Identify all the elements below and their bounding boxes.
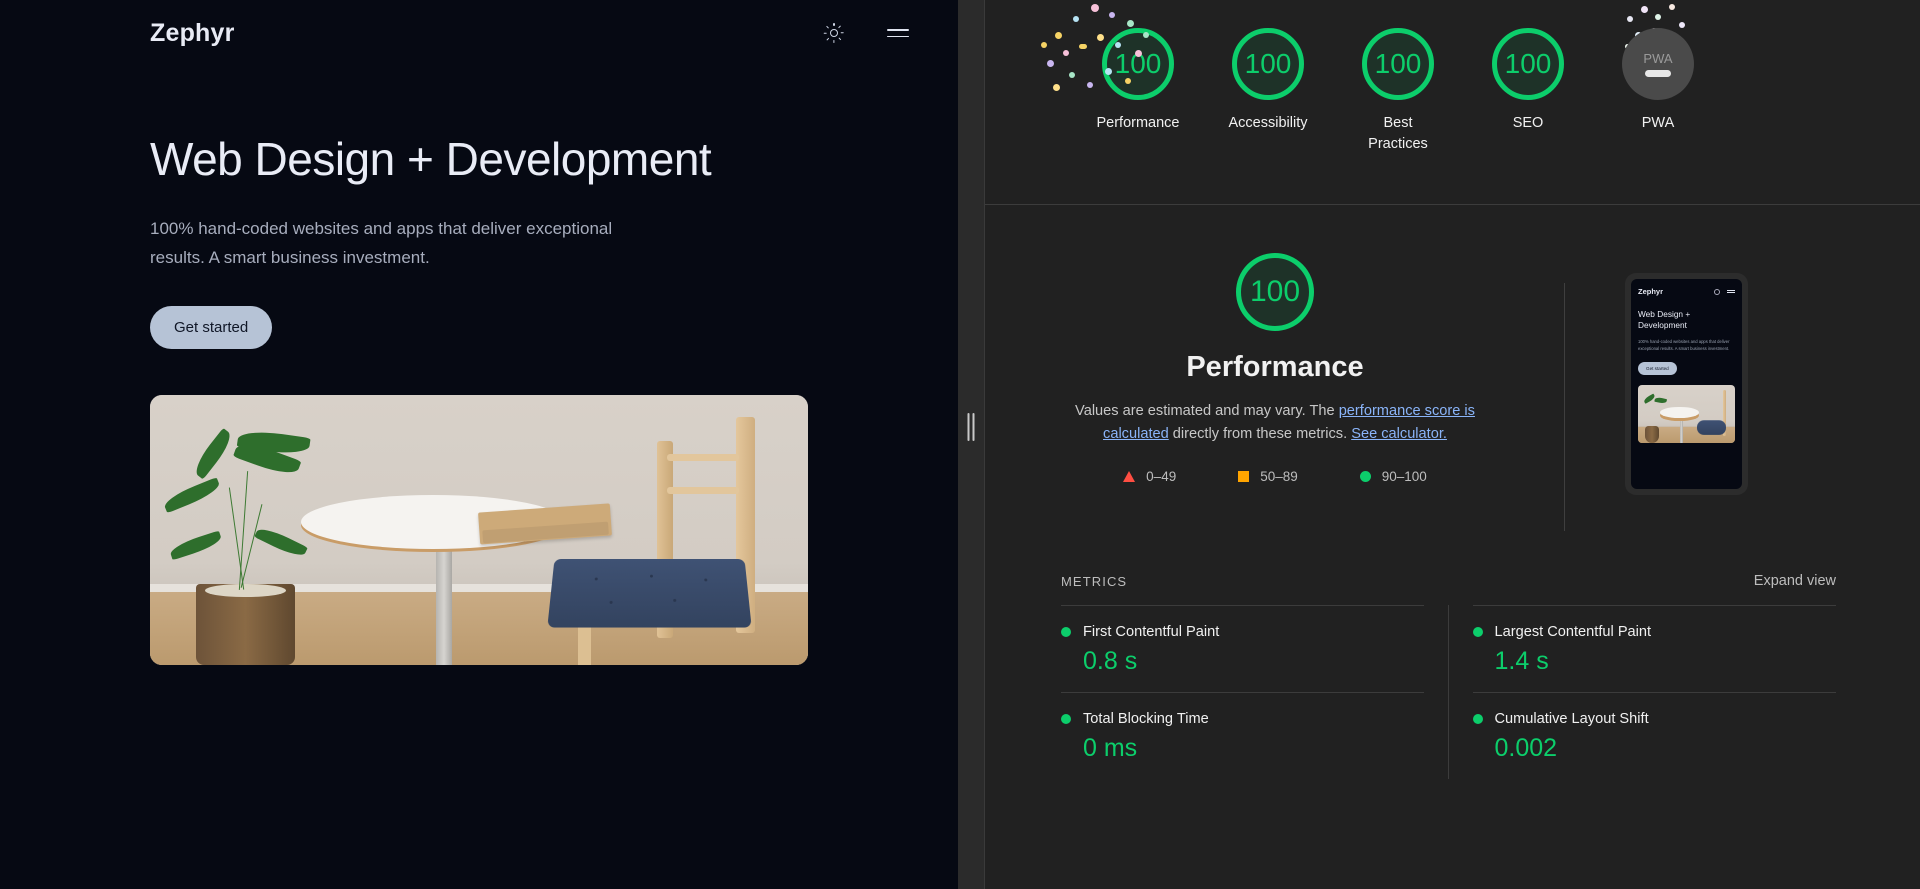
metric-name: Total Blocking Time	[1083, 711, 1209, 727]
performance-detail-title: Performance	[1186, 351, 1364, 383]
pane-resize-handle[interactable]	[958, 0, 985, 889]
legend-item-average: 50–89	[1238, 469, 1298, 484]
get-started-button[interactable]: Get started	[150, 305, 273, 349]
metrics-section: METRICS Expand view First Contentful Pai…	[985, 573, 1920, 779]
hero-section: Web Design + Development 100% hand-coded…	[0, 66, 958, 349]
score-legend: 0–49 50–89 90–100	[1060, 469, 1490, 484]
hamburger-menu-icon	[887, 28, 909, 38]
gauge-pwa[interactable]: PWA PWA	[1593, 4, 1723, 134]
pwa-not-applicable-dash-icon	[1645, 70, 1671, 77]
desc-text-2: directly from these metrics.	[1168, 425, 1352, 442]
performance-score-ring: 100	[1236, 253, 1314, 331]
drag-grip-icon	[967, 413, 975, 441]
performance-detail-description: Values are estimated and may vary. The p…	[1060, 400, 1490, 445]
gauge-label-pwa: PWA	[1641, 115, 1675, 131]
gauge-score-seo: 100	[1492, 28, 1564, 100]
preview-heading: Web Design + Development	[1638, 309, 1691, 330]
preview-cta: Get started	[1638, 362, 1677, 376]
theme-toggle-button[interactable]	[819, 18, 849, 48]
expand-view-button[interactable]: Expand view	[1754, 573, 1836, 589]
legend-item-pass: 90–100	[1359, 469, 1427, 485]
gauge-score-performance: 100	[1102, 28, 1174, 100]
pwa-score-text: PWA	[1643, 51, 1673, 66]
gauge-best-practices[interactable]: 100 Best Practices	[1333, 12, 1463, 155]
metric-value: 0.8 s	[1083, 647, 1138, 675]
preview-sun-icon	[1714, 288, 1720, 295]
sun-icon	[823, 23, 844, 43]
hero-subtitle: 100% hand-coded websites and apps that d…	[150, 218, 613, 267]
gauge-label-best-practices: Best Practices	[1368, 115, 1428, 153]
mobile-preview-thumbnail: Zephyr Web Design + Development 100% han…	[1625, 273, 1748, 495]
see-calculator-link[interactable]: See calculator.	[1351, 426, 1447, 442]
preview-photo	[1638, 385, 1735, 444]
legend-range-average: 50–89	[1260, 469, 1298, 485]
navbar-actions	[819, 18, 913, 48]
metric-name: First Contentful Paint	[1083, 624, 1220, 640]
preview-brand: Zephyr	[1638, 287, 1664, 296]
metrics-title: METRICS	[1061, 574, 1128, 589]
legend-item-fail: 0–49	[1123, 469, 1176, 484]
metric-status-pass-icon	[1472, 714, 1483, 724]
score-gauges-row: 100 Performance 100 Accessibility 100 Be…	[985, 0, 1920, 205]
metric-row[interactable]: Cumulative Layout Shift 0.002	[1472, 692, 1836, 779]
metric-row[interactable]: Largest Contentful Paint 1.4 s	[1472, 605, 1836, 692]
legend-range-pass: 90–100	[1381, 469, 1427, 485]
preview-subheading: 100% hand-coded websites and apps that d…	[1638, 338, 1730, 352]
square-average-icon	[1238, 471, 1250, 483]
performance-detail-section: 100 Performance Values are estimated and…	[985, 205, 1920, 531]
gauge-score-accessibility: 100	[1232, 28, 1304, 100]
menu-button[interactable]	[883, 18, 913, 48]
gauge-seo[interactable]: 100 SEO	[1463, 12, 1593, 134]
preview-hamburger-icon	[1727, 289, 1735, 294]
metrics-column-left: First Contentful Paint 0.8 s Total Block…	[1061, 605, 1449, 779]
metric-value: 0 ms	[1083, 734, 1138, 762]
detail-vertical-divider	[1564, 283, 1565, 531]
hero-photo	[150, 394, 808, 665]
page-title: Web Design + Development	[150, 133, 712, 185]
gauge-accessibility[interactable]: 100 Accessibility	[1203, 12, 1333, 134]
lighthouse-report-pane: 100 Performance 100 Accessibility 100 Be…	[985, 0, 1920, 889]
desc-text-1: Values are estimated and may vary. The	[1075, 403, 1339, 419]
gauge-label-seo: SEO	[1512, 115, 1544, 131]
metric-status-pass-icon	[1061, 714, 1071, 724]
gauge-label-performance: Performance	[1096, 115, 1180, 131]
triangle-fail-icon	[1123, 471, 1136, 483]
metric-status-pass-icon	[1061, 627, 1071, 637]
metric-value: 0.002	[1494, 734, 1558, 762]
metric-row[interactable]: First Contentful Paint 0.8 s	[1061, 605, 1424, 692]
gauge-performance[interactable]: 100 Performance	[1041, 4, 1203, 134]
metric-status-pass-icon	[1472, 627, 1483, 637]
circle-pass-icon	[1359, 471, 1371, 483]
legend-range-fail: 0–49	[1146, 469, 1177, 485]
metric-value: 1.4 s	[1494, 647, 1549, 675]
gauge-score-pwa: PWA	[1622, 28, 1694, 100]
metric-row[interactable]: Total Blocking Time 0 ms	[1061, 692, 1424, 779]
metrics-column-right: Largest Contentful Paint 1.4 s Cumulativ…	[1449, 605, 1836, 779]
site-navbar: Zephyr	[0, 0, 958, 66]
gauge-label-accessibility: Accessibility	[1228, 115, 1308, 131]
site-brand[interactable]: Zephyr	[150, 19, 235, 48]
metric-name: Cumulative Layout Shift	[1494, 711, 1649, 727]
gauge-score-best-practices: 100	[1362, 28, 1434, 100]
metric-name: Largest Contentful Paint	[1494, 624, 1652, 640]
website-preview-pane: Zephyr Web Design + Development 100% han…	[0, 0, 958, 889]
app-root: Zephyr Web Design + Development 100% han…	[0, 0, 1920, 889]
